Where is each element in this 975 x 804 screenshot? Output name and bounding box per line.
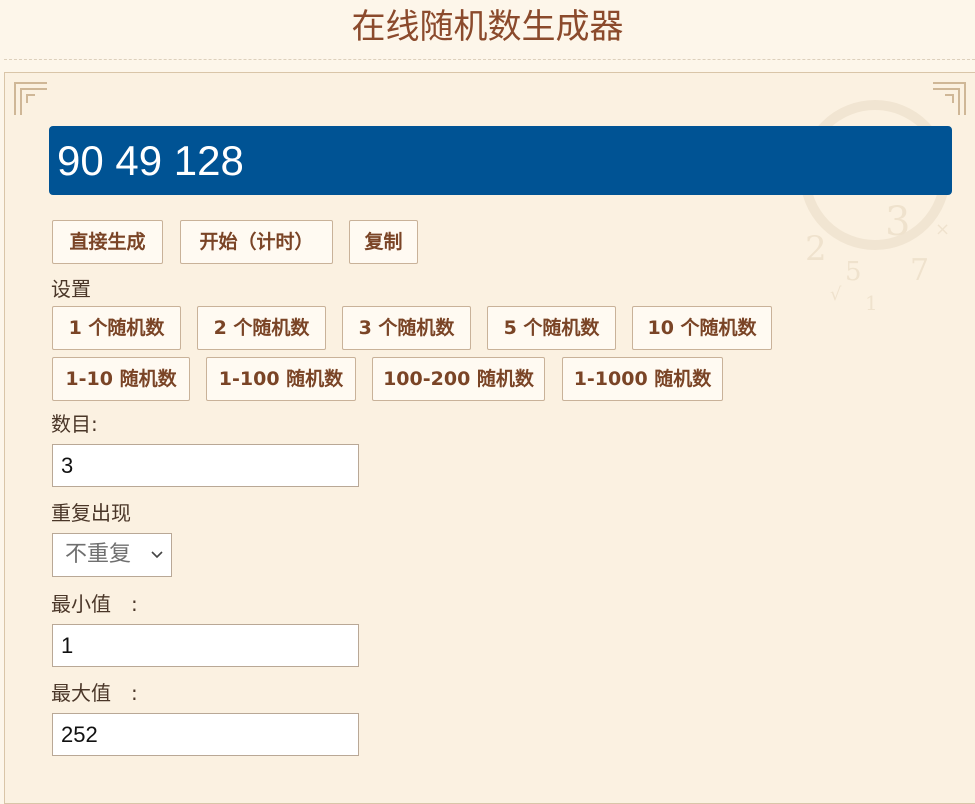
header-divider bbox=[4, 59, 975, 60]
range-1-1000-button[interactable]: 1-1000 随机数 bbox=[562, 357, 723, 401]
svg-text:7: 7 bbox=[910, 253, 929, 288]
page-title: 在线随机数生成器 bbox=[351, 7, 624, 47]
copy-button[interactable]: 复制 bbox=[349, 220, 418, 264]
max-input[interactable]: 252 bbox=[52, 713, 359, 756]
corner-ornament-icon bbox=[14, 82, 47, 115]
count-input[interactable]: 3 bbox=[52, 444, 359, 487]
header: 在线随机数生成器 bbox=[0, 0, 975, 60]
preset-10-numbers-button[interactable]: 10 个随机数 bbox=[632, 306, 772, 350]
repeat-select[interactable]: 不重复 bbox=[52, 533, 172, 577]
min-input[interactable]: 1 bbox=[52, 624, 359, 667]
range-100-200-button[interactable]: 100-200 随机数 bbox=[372, 357, 545, 401]
result-display: 90 49 128 bbox=[49, 126, 952, 195]
max-label: 最大值 : bbox=[51, 681, 138, 705]
range-1-10-button[interactable]: 1-10 随机数 bbox=[52, 357, 190, 401]
svg-text:×: × bbox=[935, 219, 950, 240]
settings-label: 设置 bbox=[51, 277, 91, 301]
preset-5-numbers-button[interactable]: 5 个随机数 bbox=[487, 306, 616, 350]
preset-2-numbers-button[interactable]: 2 个随机数 bbox=[197, 306, 326, 350]
preset-1-numbers-button[interactable]: 1 个随机数 bbox=[52, 306, 181, 350]
svg-text:√: √ bbox=[830, 284, 842, 305]
start-timed-button[interactable]: 开始（计时） bbox=[180, 220, 333, 264]
repeat-select-value: 不重复 bbox=[65, 542, 132, 567]
svg-text:2: 2 bbox=[805, 229, 827, 269]
repeat-label: 重复出现 bbox=[51, 501, 131, 525]
generate-button[interactable]: 直接生成 bbox=[52, 220, 163, 264]
count-label: 数目: bbox=[51, 412, 98, 436]
svg-text:5: 5 bbox=[845, 257, 862, 287]
svg-text:3: 3 bbox=[885, 199, 910, 245]
chevron-down-icon bbox=[151, 551, 163, 559]
range-1-100-button[interactable]: 1-100 随机数 bbox=[206, 357, 356, 401]
svg-text:1: 1 bbox=[865, 291, 878, 315]
min-label: 最小值 : bbox=[51, 592, 138, 616]
preset-3-numbers-button[interactable]: 3 个随机数 bbox=[342, 306, 471, 350]
